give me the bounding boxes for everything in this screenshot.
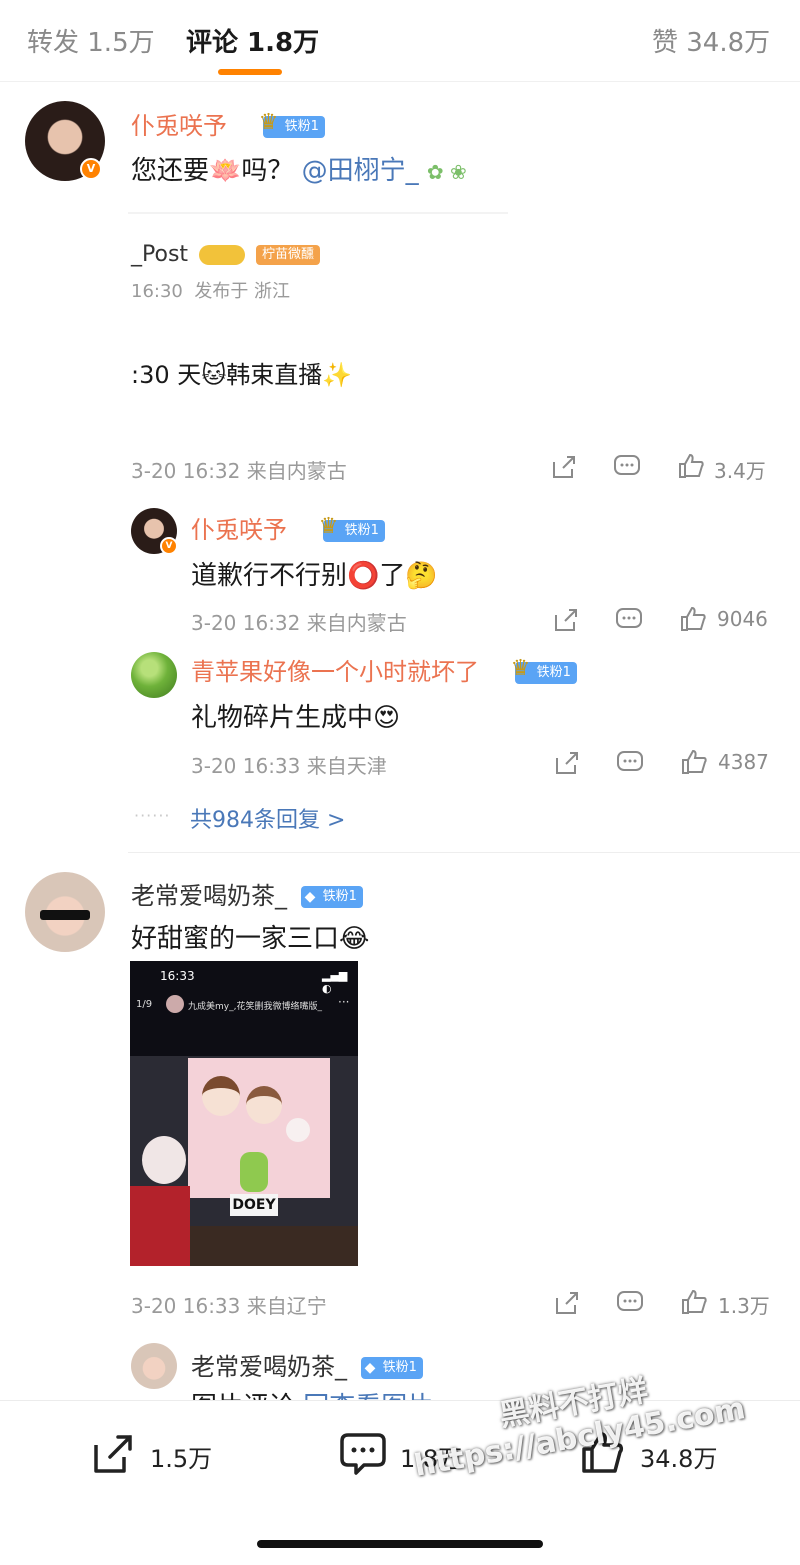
comment-meta: 3-20 16:32 来自内蒙古 <box>131 459 347 483</box>
comment-icon[interactable] <box>616 750 644 776</box>
reply-text: 道歉行不行别⭕了🤔 <box>191 561 438 591</box>
table <box>190 1226 358 1266</box>
reply-text: 礼物碎片生成中😍 <box>191 703 401 733</box>
tab-reposts[interactable]: 转发 1.5万 <box>27 22 155 59</box>
view-all-replies-link[interactable]: 共984条回复 > <box>190 802 345 834</box>
flower-jar <box>240 1152 268 1192</box>
like-icon[interactable] <box>680 1288 708 1316</box>
like-count: 3.4万 <box>714 459 766 483</box>
doey-sign: DOEY <box>230 1194 278 1216</box>
comment-image[interactable]: 16:33 ▂▄▆ ◐ 1/9 九成美my_,花笑删我微博络嘴版_ ··· DO… <box>130 961 358 1266</box>
active-tab-indicator <box>218 69 282 75</box>
like-icon[interactable] <box>677 452 705 480</box>
share-icon[interactable] <box>551 454 577 480</box>
comment-divider <box>128 852 800 853</box>
reply-meta: 3-20 16:32 来自内蒙古 <box>191 611 407 635</box>
repost-count[interactable]: 1.5万 <box>150 1439 212 1474</box>
reply-username[interactable]: 老常爱喝奶茶_ 铁粉1 <box>191 1347 423 1382</box>
home-indicator <box>257 1540 543 1548</box>
fan-badge: 铁粉1 <box>360 1357 423 1379</box>
tab-likes[interactable]: 赞 34.8万 <box>652 22 770 59</box>
verified-badge-icon: V <box>160 537 178 555</box>
share-icon[interactable] <box>554 1290 580 1316</box>
avatar[interactable] <box>131 652 177 698</box>
like-count: 4387 <box>718 750 769 774</box>
reply-username[interactable]: 青苹果好像一个小时就坏了 铁粉1 <box>191 652 577 687</box>
comment-text: 您还要🪷吗？ @田栩宁_ ✿ ❀ <box>131 156 467 186</box>
level-badge-icon <box>199 245 246 265</box>
quote-divider <box>128 212 508 214</box>
photo-counter: 1/9 <box>136 999 153 1010</box>
sticker-icon: ✿ ❀ <box>426 160 467 184</box>
like-icon[interactable] <box>680 748 708 776</box>
like-count: 9046 <box>717 607 768 631</box>
like-count[interactable]: 34.8万 <box>640 1439 717 1474</box>
photo-status-time: 16:33 <box>160 969 195 983</box>
photo-caption: 九成美my_,花笑删我微博络嘴版_ <box>188 1002 322 1012</box>
gift-box <box>130 1186 190 1266</box>
photo-scene: DOEY <box>130 1056 358 1266</box>
dots-decoration: ······ <box>134 806 171 825</box>
comment-icon[interactable] <box>613 454 641 480</box>
fan-badge: 铁粉1 <box>511 658 577 684</box>
fan-badge: 铁粉1 <box>319 516 385 542</box>
more-icon: ··· <box>338 995 350 1009</box>
fan-badge: 铁粉1 <box>259 112 325 138</box>
share-icon[interactable] <box>554 750 580 776</box>
reply-meta: 3-20 16:33 来自天津 <box>191 754 387 778</box>
share-icon[interactable] <box>553 607 579 633</box>
avatar[interactable] <box>131 1343 177 1389</box>
quoted-badge: 柠苗微醺 <box>256 245 321 265</box>
signal-battery-icon: ▂▄▆ ◐ <box>322 969 348 995</box>
like-icon[interactable] <box>679 605 707 633</box>
tab-comments[interactable]: 评论 1.8万 <box>186 22 319 59</box>
quoted-meta: 16:30 发布于 浙江 <box>131 281 291 302</box>
comment-username[interactable]: 老常爱喝奶茶_ 铁粉1 <box>131 876 363 911</box>
sunglasses-icon <box>40 910 90 920</box>
comment-icon[interactable] <box>338 1431 388 1477</box>
fan-badge: 铁粉1 <box>300 886 363 908</box>
repost-icon[interactable] <box>90 1431 136 1477</box>
quoted-content: :30 天🐱韩束直播✨ <box>131 361 353 389</box>
comment-icon[interactable] <box>615 607 643 633</box>
comment-tabs: 转发 1.5万 评论 1.8万 赞 34.8万 <box>0 0 800 82</box>
plush-toy <box>142 1136 186 1184</box>
comment-icon[interactable] <box>616 1290 644 1316</box>
mention-link[interactable]: @田栩宁_ <box>302 156 419 186</box>
comment-username[interactable]: 仆兎咲予 铁粉1 <box>131 106 325 141</box>
comment-text: 好甜蜜的一家三口😂 <box>131 924 370 954</box>
like-count: 1.3万 <box>718 1294 770 1318</box>
avatar <box>166 995 184 1013</box>
verified-badge-icon: V <box>80 158 102 180</box>
quoted-username[interactable]: _Post 柠苗微醺 <box>131 242 321 267</box>
reply-username[interactable]: 仆兎咲予 铁粉1 <box>191 510 385 545</box>
comment-meta: 3-20 16:33 来自辽宁 <box>131 1294 327 1318</box>
